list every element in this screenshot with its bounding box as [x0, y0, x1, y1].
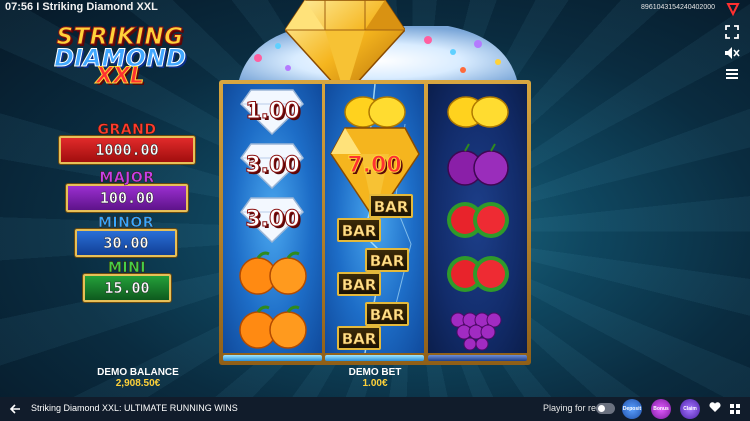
orange-icon	[238, 251, 307, 295]
demo-bet-value: 1.00€	[362, 378, 388, 389]
promo-deposit-label: Deposit	[622, 406, 642, 412]
plum-symbol	[428, 138, 527, 192]
bar-symbol: BAR	[369, 194, 413, 218]
demo-balance: DEMO BALANCE 2,908.50€	[88, 367, 188, 389]
game-title: Striking Diamond XXL	[42, 1, 158, 13]
lemon-icon	[446, 96, 509, 128]
watermelon-icon	[446, 202, 509, 238]
provider-logo-icon	[726, 3, 740, 16]
bar-symbol: BAR	[337, 272, 381, 296]
orange-symbol	[223, 246, 322, 300]
promo-deposit-button[interactable]: Deposit	[622, 399, 642, 419]
promo-claim-label: Claim	[683, 406, 697, 412]
orange-icon	[238, 305, 307, 349]
title-separator: I	[36, 1, 40, 13]
symbol-value: 3.00	[245, 206, 300, 232]
watermelon-icon	[446, 256, 509, 292]
symbol-value: 1.00	[245, 98, 300, 124]
jackpot-grand-value: 1000.00	[59, 136, 195, 164]
arrow-left-icon[interactable]	[9, 403, 21, 418]
promo-bonus-button[interactable]: Bonus	[651, 399, 671, 419]
heart-icon[interactable]	[709, 401, 721, 416]
jackpot-major-value: 100.00	[66, 184, 188, 212]
grapes-icon	[450, 312, 501, 351]
demo-balance-value: 2,908.50€	[115, 378, 161, 389]
demo-bet-label: DEMO BET	[348, 367, 402, 378]
fullscreen-icon[interactable]	[724, 25, 740, 41]
sound-off-icon[interactable]	[724, 46, 740, 62]
bar-symbol: BAR	[365, 302, 409, 326]
reel-3	[428, 84, 527, 353]
jackpot-mini-value: 15.00	[83, 274, 171, 302]
clock: 07:56	[5, 1, 34, 13]
diamond-value-symbol: 1.00	[223, 84, 322, 138]
orange-symbol	[223, 300, 322, 353]
jackpot-grand: GRAND 1000.00	[57, 122, 197, 164]
reel-3-base	[428, 355, 527, 361]
bottom-game-title: Striking Diamond XXL: ULTIMATE RUNNING W…	[31, 403, 238, 413]
jackpot-minor-value: 30.00	[75, 229, 177, 257]
watermelon-symbol	[428, 192, 527, 246]
window-title: 07:56 I Striking Diamond XXL	[5, 1, 158, 13]
menu-icon[interactable]	[724, 67, 740, 83]
toggle-knob	[598, 405, 605, 412]
reel-2-base	[325, 355, 424, 361]
bar-symbol: BAR	[337, 218, 381, 242]
side-controls	[724, 25, 740, 88]
demo-balance-label: DEMO BALANCE	[97, 367, 179, 378]
promo-bonus-label: Bonus	[653, 406, 669, 412]
plum-icon	[446, 143, 509, 186]
demo-bet: DEMO BET 1.00€	[335, 367, 415, 389]
diamond-value-symbol: 3.00	[223, 138, 322, 192]
symbol-value: 3.00	[245, 152, 300, 178]
reel-1: 1.00 3.00 3.00	[223, 84, 322, 353]
game-logo: STRIKING DIAMOND XXL	[40, 24, 200, 104]
symbol-value: 7.00	[347, 152, 402, 178]
reel-1-base	[223, 355, 322, 361]
lemon-symbol	[428, 84, 527, 138]
diamond-value-symbol: 3.00	[223, 192, 322, 246]
gold-diamond-value-symbol: 7.00	[325, 138, 424, 192]
playing-for-real-toggle[interactable]	[596, 403, 615, 414]
bar-symbol: BAR	[365, 248, 409, 272]
bar-symbol: BAR	[337, 326, 381, 350]
jackpot-major: MAJOR 100.00	[64, 170, 190, 212]
jackpot-minor: MINOR 30.00	[74, 215, 178, 257]
jackpot-mini: MINI 15.00	[82, 260, 172, 302]
watermelon-symbol	[428, 246, 527, 300]
grapes-symbol	[428, 300, 527, 353]
promo-claim-button[interactable]: Claim	[680, 399, 700, 419]
playing-for-real-label: Playing for real	[543, 403, 604, 413]
session-id: 8961043154240402000	[641, 4, 715, 11]
reel-2: 7.00 BAR BAR BAR BAR BAR BAR	[325, 84, 424, 353]
grid-menu-icon[interactable]	[730, 402, 741, 414]
bottom-bar: Striking Diamond XXL: ULTIMATE RUNNING W…	[0, 397, 750, 421]
